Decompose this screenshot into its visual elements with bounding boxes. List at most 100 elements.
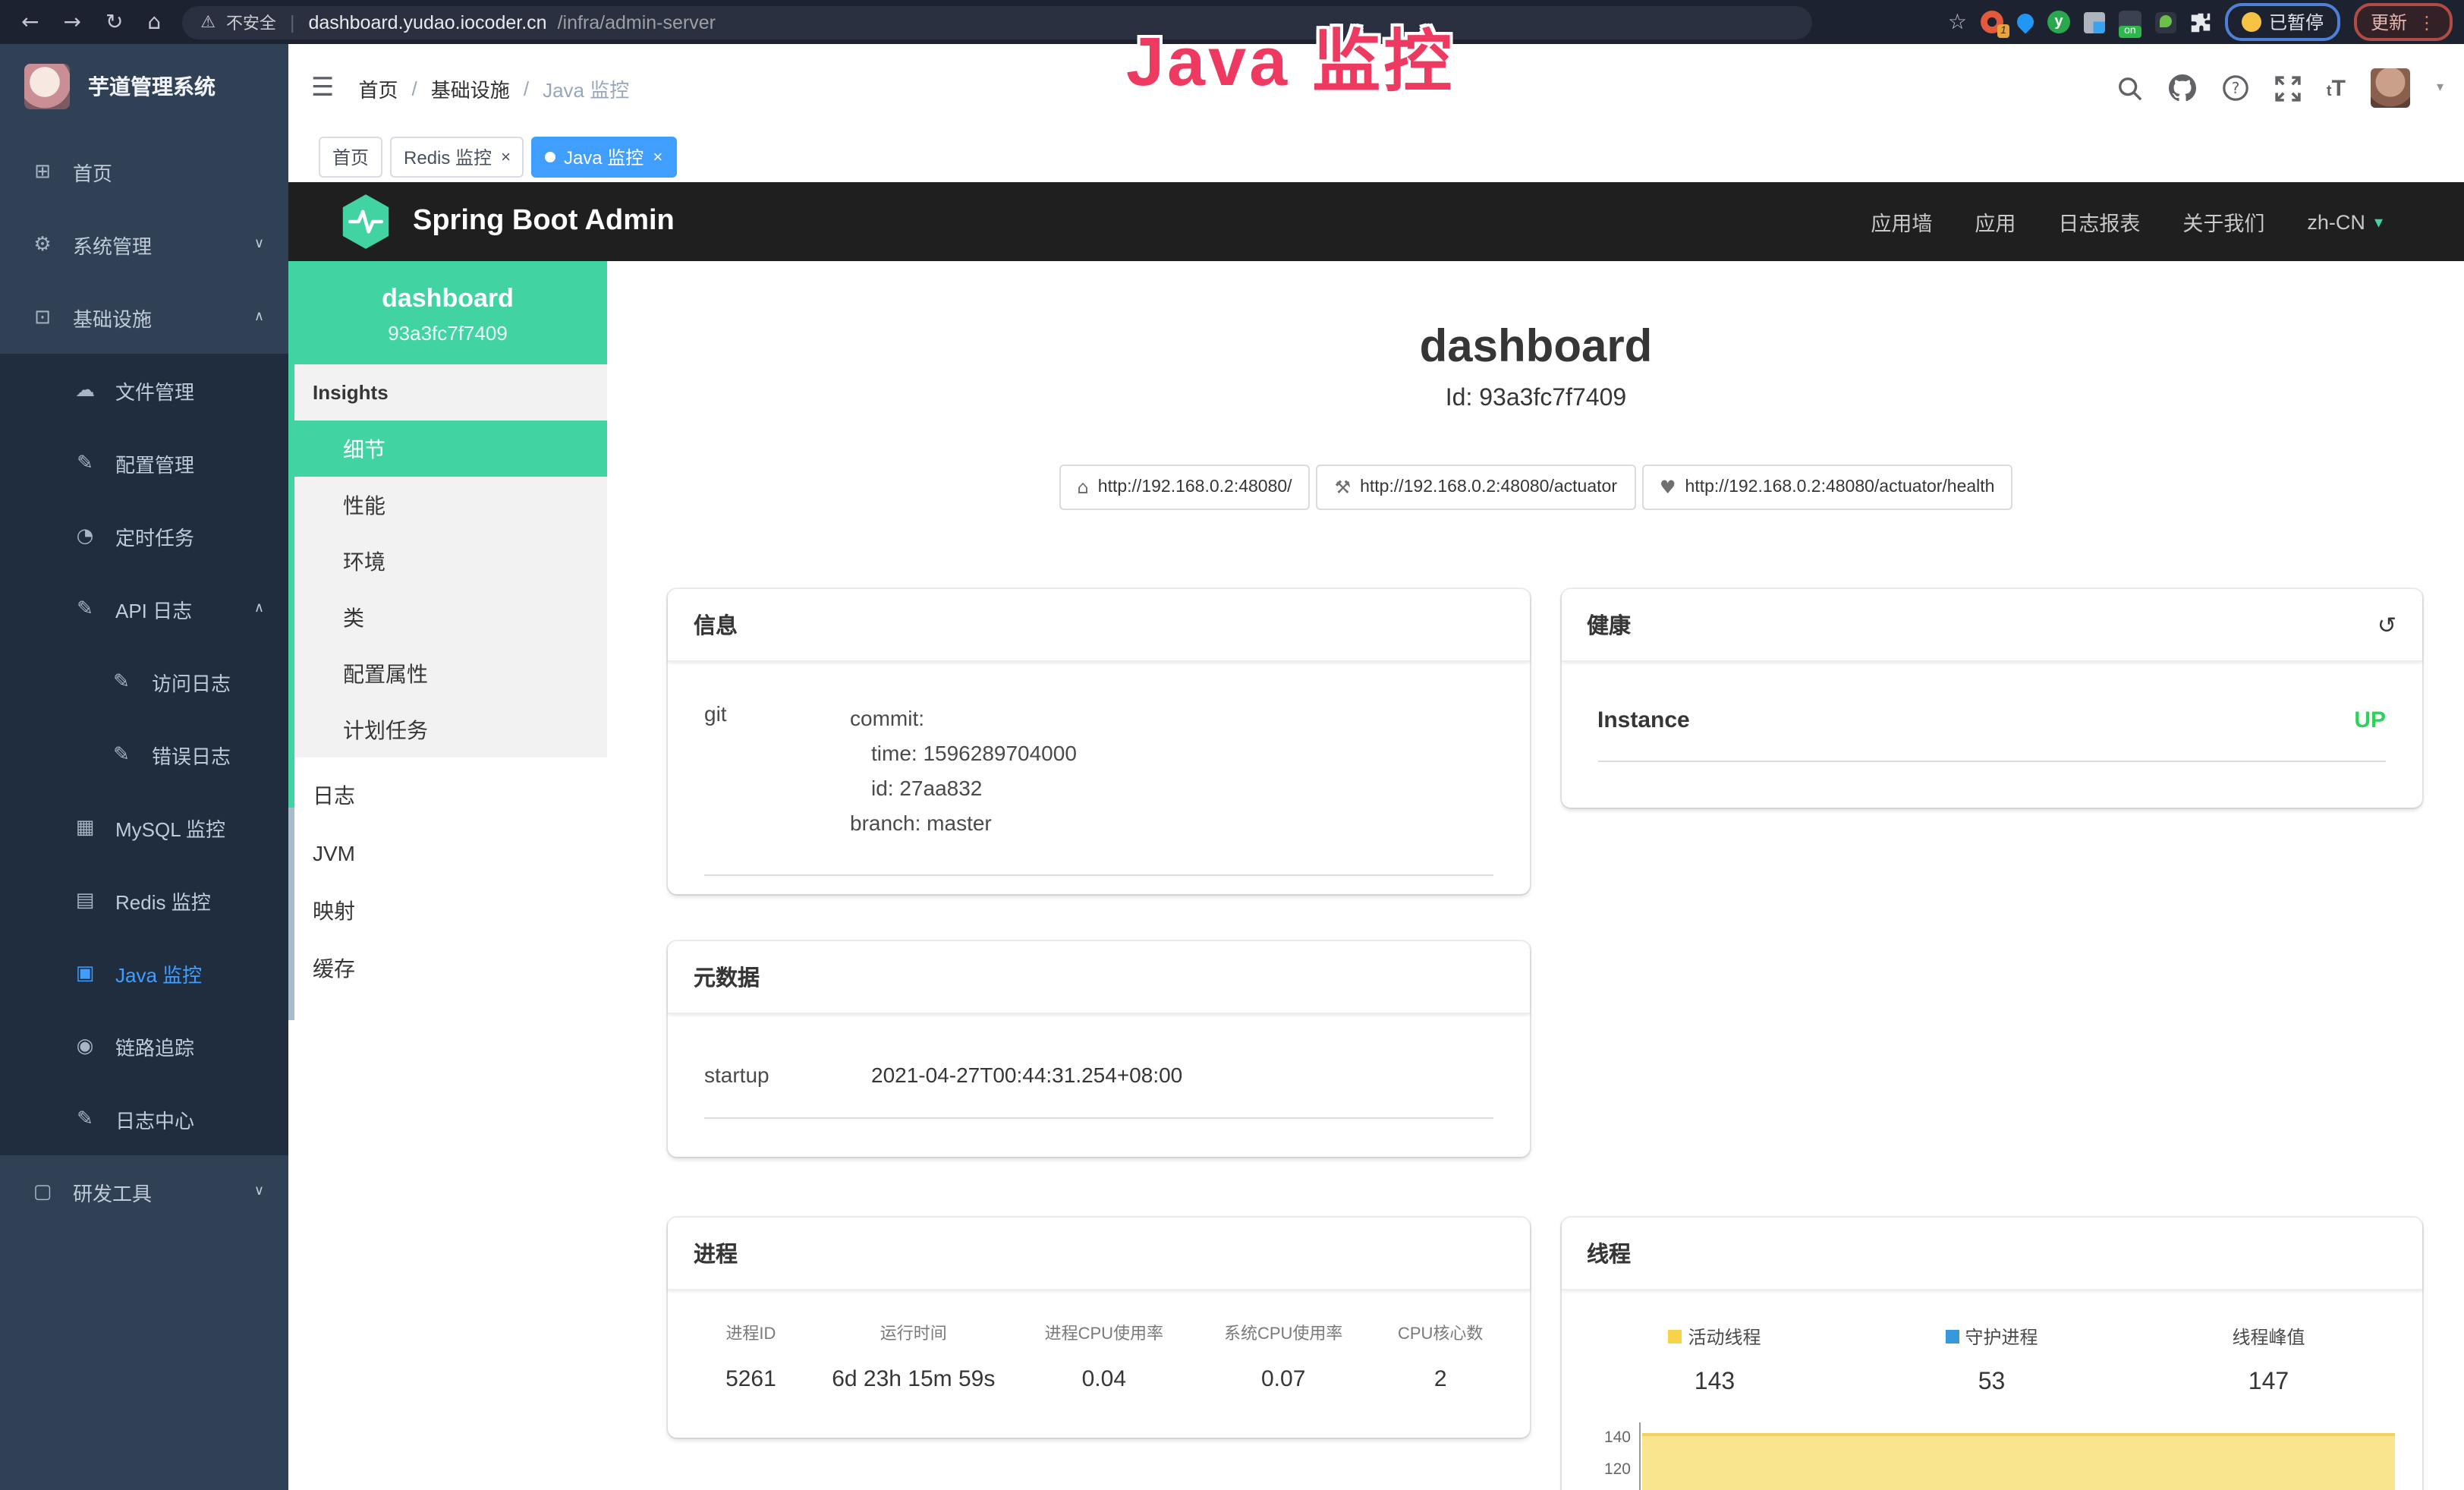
url-host: dashboard.yudao.iocoder.cn (308, 11, 546, 33)
sidenav-item-scheduled-tasks[interactable]: 计划任务 (288, 701, 607, 758)
locale-selector[interactable]: zh-CN ▾ (2307, 210, 2383, 233)
redis-icon: ▤ (73, 889, 97, 912)
back-icon[interactable]: ← (21, 10, 39, 34)
sidenav-item-logs[interactable]: 日志 (288, 767, 607, 824)
log-icon: ✎ (73, 597, 97, 620)
sba-nav-wallboard[interactable]: 应用墙 (1871, 206, 1932, 237)
sidebar-item-redis[interactable]: ▤ Redis 监控 (0, 864, 288, 937)
breadcrumb-home[interactable]: 首页 (359, 74, 398, 102)
legend-swatch-yellow (1668, 1330, 1682, 1344)
health-url-button[interactable]: ♥ http://192.168.0.2:48080/actuator/heal… (1641, 465, 2012, 510)
sidebar-item-label: 访问日志 (152, 667, 231, 696)
search-icon[interactable] (2117, 75, 2143, 101)
grid-extension-icon[interactable] (2084, 11, 2105, 33)
pin-extension-icon[interactable] (2013, 10, 2037, 33)
sidenav-item-environment[interactable]: 环境 (288, 533, 607, 589)
sba-nav-journal[interactable]: 日志报表 (2058, 206, 2140, 237)
tab-redis-monitor[interactable]: Redis 监控 × (390, 137, 524, 178)
legend-label: 守护进程 (1965, 1324, 2038, 1350)
threads-card: 线程 活动线程 143 守护进程 53 (1561, 1218, 2422, 1490)
sidebar-item-files[interactable]: ☁ 文件管理 (0, 354, 288, 427)
url-path: /infra/admin-server (558, 11, 716, 33)
help-icon[interactable]: ? (2222, 74, 2249, 102)
actuator-url: http://192.168.0.2:48080/actuator (1360, 478, 1617, 496)
sidebar-item-api-log[interactable]: ✎ API 日志 ∧ (0, 572, 288, 645)
sidebar-item-access-log[interactable]: ✎ 访问日志 (0, 645, 288, 718)
status-badge: UP (2354, 707, 2386, 733)
threads-chart: 140 120 100 (1576, 1422, 2407, 1490)
sidebar-item-system[interactable]: ⚙ 系统管理 ∨ (0, 208, 288, 281)
insecure-warning-icon[interactable]: ⚠ (200, 12, 216, 32)
forward-icon[interactable]: → (63, 10, 80, 34)
extension-icon[interactable]: 1 (1981, 11, 2003, 33)
close-icon[interactable]: × (501, 148, 511, 166)
sidebar-item-label: 首页 (73, 157, 112, 186)
avatar-caret-icon[interactable]: ▾ (2437, 80, 2444, 96)
instance-header[interactable]: dashboard 93a3fc7f7409 (288, 261, 607, 364)
actuator-url-button[interactable]: ⚒ http://192.168.0.2:48080/actuator (1317, 465, 1635, 510)
tab-home[interactable]: 首页 (319, 137, 382, 178)
home-icon[interactable]: ⌂ (147, 10, 161, 34)
sba-logo-icon (340, 193, 392, 250)
startup-label: startup (704, 1063, 871, 1087)
sidenav-scrollbar-thumb[interactable] (288, 261, 294, 808)
close-icon[interactable]: × (653, 148, 662, 166)
tab-java-monitor[interactable]: Java 监控 × (532, 137, 676, 178)
app-logo-row[interactable]: 芋道管理系统 (0, 44, 288, 129)
switch-extension-icon[interactable]: on (2119, 11, 2141, 33)
breadcrumb: 首页 / 基础设施 / Java 监控 (359, 74, 630, 102)
on-badge: on (2119, 26, 2141, 38)
sidebar-item-infra[interactable]: ⊡ 基础设施 ∧ (0, 281, 288, 354)
sidenav-item-metrics[interactable]: 性能 (288, 477, 607, 533)
sidebar-item-devtools[interactable]: ▢ 研发工具 ∨ (0, 1155, 288, 1228)
health-instance-row[interactable]: Instance UP (1597, 707, 2386, 762)
sidenav-item-details[interactable]: 细节 (288, 421, 607, 477)
leaf-extension-icon[interactable] (2155, 11, 2176, 33)
legend-daemon-threads: 守护进程 53 (1853, 1324, 2130, 1397)
reload-icon[interactable]: ↻ (105, 10, 123, 34)
locale-label: zh-CN (2307, 210, 2365, 233)
bookmark-star-icon[interactable]: ☆ (1948, 10, 1967, 34)
sidebar-item-log-center[interactable]: ✎ 日志中心 (0, 1082, 288, 1155)
sidebar-item-tracing[interactable]: ◉ 链路追踪 (0, 1010, 288, 1082)
cpu-cores-value: 2 (1373, 1366, 1508, 1392)
update-label: 更新 (2371, 9, 2407, 35)
paused-label: 已暂停 (2269, 9, 2324, 35)
sidenav-item-mappings[interactable]: 映射 (288, 882, 607, 940)
puzzle-extensions-icon[interactable] (2190, 11, 2211, 33)
history-icon[interactable]: ↺ (2377, 611, 2396, 638)
log-center-icon: ✎ (73, 1107, 97, 1130)
breadcrumb-infra[interactable]: 基础设施 (431, 74, 510, 102)
fullscreen-icon[interactable] (2275, 75, 2301, 101)
sba-brand[interactable]: Spring Boot Admin (340, 193, 675, 250)
font-size-icon[interactable]: tT (2327, 75, 2346, 101)
sidebar-item-mysql[interactable]: ▦ MySQL 监控 (0, 791, 288, 864)
sba-nav-about[interactable]: 关于我们 (2182, 206, 2264, 237)
update-button[interactable]: 更新 ⋮ (2354, 3, 2453, 41)
sidenav-item-config-props[interactable]: 配置属性 (288, 645, 607, 701)
sidebar-item-error-log[interactable]: ✎ 错误日志 (0, 718, 288, 791)
sba-nav-applications[interactable]: 应用 (1975, 206, 2016, 237)
sidebar-item-java-monitor[interactable]: ▣ Java 监控 (0, 937, 288, 1010)
avatar[interactable] (2371, 68, 2411, 108)
sidebar-item-config[interactable]: ✎ 配置管理 (0, 427, 288, 499)
sidebar-item-cron[interactable]: ◔ 定时任务 (0, 499, 288, 572)
sba-sidenav: dashboard 93a3fc7f7409 Insights 细节 性能 环境… (288, 261, 607, 1490)
github-icon[interactable] (2169, 74, 2196, 102)
paused-pill[interactable]: 已暂停 (2225, 3, 2340, 41)
sidenav-item-classes[interactable]: 类 (288, 589, 607, 645)
hamburger-icon[interactable]: ☰ (311, 73, 335, 103)
sidebar-item-home[interactable]: ⊞ 首页 (0, 135, 288, 208)
sidebar-item-label: MySQL 监控 (115, 813, 225, 842)
chevron-up-icon: ∧ (254, 601, 264, 616)
address-bar[interactable]: ⚠ 不安全 | dashboard.yudao.iocoder.cn/infra… (182, 5, 1812, 39)
sidenav-item-caches[interactable]: 缓存 (288, 940, 607, 997)
live-threads-area (1641, 1433, 2395, 1490)
browser-menu-icon[interactable]: ⋮ (2418, 11, 2436, 33)
service-url-button[interactable]: ⌂ http://192.168.0.2:48080/ (1059, 465, 1311, 510)
insights-block: Insights 细节 性能 环境 类 配置属性 计划任务 (288, 364, 607, 758)
y-extension-icon[interactable]: y (2047, 11, 2070, 33)
breadcrumb-separator: / (412, 77, 417, 99)
sidenav-item-jvm[interactable]: JVM (288, 824, 607, 882)
chevron-down-icon: ∨ (254, 237, 264, 252)
